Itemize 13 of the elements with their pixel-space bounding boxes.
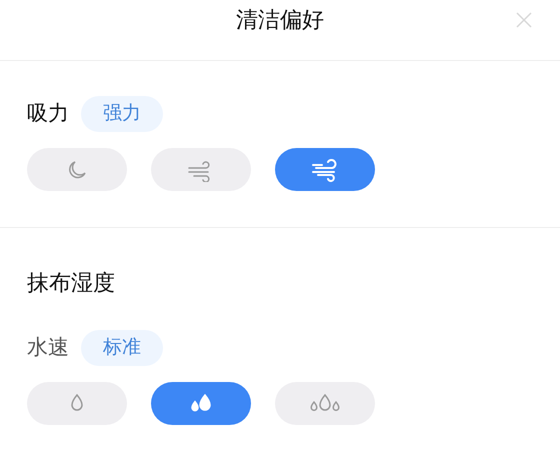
value-badge: 强力 (81, 96, 163, 132)
setting-label: 水速 (27, 335, 69, 362)
setting-label: 吸力 (27, 101, 69, 128)
mode-button[interactable] (151, 148, 251, 191)
mode-button[interactable] (151, 382, 251, 425)
value-badge: 标准 (81, 330, 163, 366)
mode-button[interactable] (275, 148, 375, 191)
dialog-title: 清洁偏好 (236, 6, 324, 34)
mode-button[interactable] (27, 148, 127, 191)
close-button[interactable] (514, 10, 534, 30)
mode-button[interactable] (275, 382, 375, 425)
section-heading: 抹布湿度 (27, 269, 116, 297)
close-icon (515, 11, 533, 29)
